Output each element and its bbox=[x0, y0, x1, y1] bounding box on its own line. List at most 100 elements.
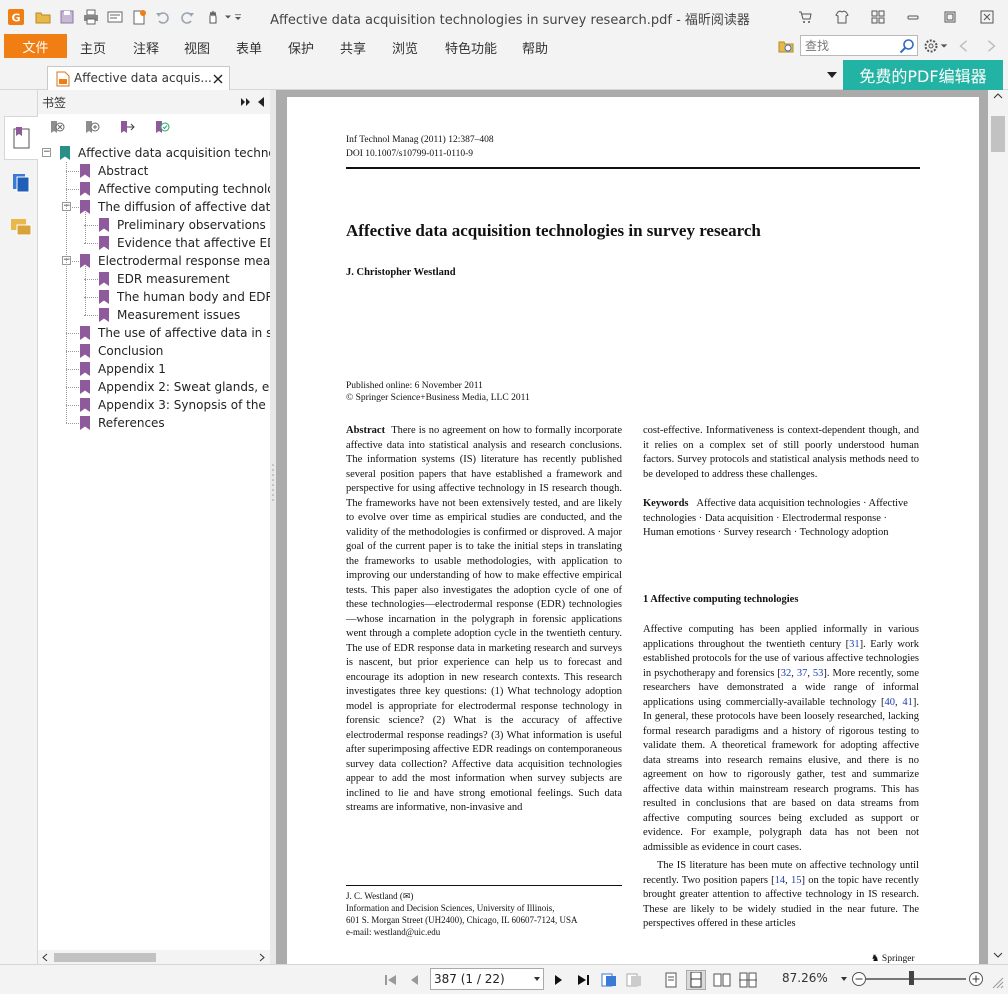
citation-link[interactable]: 41 bbox=[902, 697, 913, 708]
menu-browse[interactable]: 浏览 bbox=[392, 38, 418, 57]
current-bookmark-icon bbox=[156, 121, 170, 133]
zoom-dropdown-icon[interactable] bbox=[840, 976, 848, 982]
layout-grid-icon[interactable] bbox=[868, 7, 888, 27]
go-to-bookmark-button[interactable] bbox=[116, 118, 138, 140]
expand-current-bookmark-button[interactable] bbox=[151, 118, 173, 140]
menu-form[interactable]: 表单 bbox=[236, 38, 262, 57]
bookmark-item[interactable]: Conclusion bbox=[80, 342, 163, 360]
citation-link[interactable]: 15 bbox=[791, 875, 802, 886]
bookmark-item[interactable]: Evidence that affective EDR bbox=[99, 234, 270, 252]
file-menu-button[interactable]: 文件 bbox=[4, 34, 67, 58]
collapse-toggle-icon[interactable]: − bbox=[42, 148, 51, 157]
close-window-icon[interactable] bbox=[977, 7, 997, 27]
search-field[interactable] bbox=[800, 35, 918, 56]
cart-icon[interactable] bbox=[795, 7, 815, 27]
add-bookmark-button[interactable] bbox=[81, 118, 103, 140]
app-logo-icon[interactable]: G bbox=[6, 7, 26, 27]
page-number-field[interactable]: 387 (1 / 22) bbox=[430, 968, 544, 990]
first-page-button[interactable] bbox=[381, 970, 401, 990]
minimize-icon[interactable] bbox=[903, 7, 923, 27]
resize-grip-icon[interactable] bbox=[990, 975, 1004, 989]
undo-icon[interactable] bbox=[153, 7, 173, 27]
horizontal-scroll-thumb[interactable] bbox=[54, 953, 156, 962]
open-folder-icon[interactable] bbox=[33, 7, 53, 27]
vertical-scrollbar[interactable] bbox=[988, 90, 1008, 964]
vertical-scroll-thumb[interactable] bbox=[991, 116, 1005, 152]
horizontal-scrollbar[interactable] bbox=[38, 950, 270, 964]
zoom-slider-track[interactable] bbox=[866, 978, 966, 980]
save-icon[interactable] bbox=[57, 7, 77, 27]
document-tab[interactable]: Affective data acquis... bbox=[47, 66, 230, 90]
menu-features[interactable]: 特色功能 bbox=[445, 38, 497, 57]
page-dropdown-icon[interactable] bbox=[533, 976, 541, 982]
properties-icon[interactable] bbox=[105, 7, 125, 27]
citation-link[interactable]: 32 bbox=[781, 668, 792, 679]
scroll-down-icon[interactable] bbox=[993, 952, 1003, 958]
delete-bookmark-button[interactable] bbox=[46, 118, 68, 140]
close-tab-icon[interactable] bbox=[213, 74, 223, 84]
search-input[interactable] bbox=[801, 36, 899, 55]
comments-panel-button[interactable] bbox=[6, 212, 36, 242]
bookmark-item[interactable]: The human body and EDR r bbox=[99, 288, 270, 306]
search-icon[interactable] bbox=[899, 38, 915, 54]
promo-banner[interactable]: 免费的PDF编辑器 bbox=[843, 60, 1003, 90]
zoom-out-icon[interactable] bbox=[851, 971, 867, 987]
citation-link[interactable]: 14 bbox=[775, 875, 786, 886]
next-result-icon[interactable] bbox=[982, 37, 1000, 55]
zoom-slider-thumb[interactable] bbox=[909, 971, 914, 985]
bookmark-item[interactable]: EDR measurement bbox=[99, 270, 230, 288]
menu-view[interactable]: 视图 bbox=[184, 38, 210, 57]
redo-icon[interactable] bbox=[177, 7, 197, 27]
facing-pages-button[interactable] bbox=[712, 970, 732, 990]
document-view[interactable]: Inf Technol Manag (2011) 12:387–408 DOI … bbox=[276, 90, 988, 964]
continuous-page-button[interactable] bbox=[686, 970, 706, 990]
new-document-icon[interactable] bbox=[129, 7, 149, 27]
maximize-icon[interactable] bbox=[940, 7, 960, 27]
bookmark-item[interactable]: Measurement issues bbox=[99, 306, 240, 324]
citation-link[interactable]: 40 bbox=[885, 697, 896, 708]
previous-view-button[interactable] bbox=[599, 970, 619, 990]
settings-dropdown-icon[interactable] bbox=[938, 37, 950, 55]
scroll-left-icon[interactable] bbox=[41, 953, 49, 962]
zoom-in-icon[interactable] bbox=[968, 971, 984, 987]
bookmark-item[interactable]: Appendix 1 bbox=[80, 360, 166, 378]
citation-link[interactable]: 31 bbox=[849, 639, 860, 650]
menu-share[interactable]: 共享 bbox=[340, 38, 366, 57]
hand-tool-icon[interactable] bbox=[203, 7, 223, 27]
menu-protect[interactable]: 保护 bbox=[288, 38, 314, 57]
next-view-button[interactable] bbox=[624, 970, 644, 990]
menu-help[interactable]: 帮助 bbox=[522, 38, 548, 57]
print-icon[interactable] bbox=[81, 7, 101, 27]
bookmark-item[interactable]: Electrodermal response measu bbox=[80, 252, 270, 270]
last-page-button[interactable] bbox=[573, 970, 593, 990]
bookmark-item[interactable]: References bbox=[80, 414, 165, 432]
tab-list-dropdown-icon[interactable] bbox=[826, 71, 838, 79]
previous-page-button[interactable] bbox=[405, 970, 425, 990]
shirt-skin-icon[interactable] bbox=[832, 7, 852, 27]
bookmark-item[interactable]: The diffusion of affective data bbox=[80, 198, 270, 216]
expand-panel-icon[interactable] bbox=[240, 97, 252, 107]
customize-toolbar-icon[interactable] bbox=[232, 7, 244, 27]
pages-panel-button[interactable] bbox=[6, 168, 36, 198]
collapse-panel-icon[interactable] bbox=[257, 96, 265, 108]
bookmark-item[interactable]: Preliminary observations or bbox=[99, 216, 270, 234]
bookmark-item[interactable]: Affective data acquisition technolo bbox=[60, 144, 270, 162]
bookmark-item[interactable]: Affective computing technolog bbox=[80, 180, 270, 198]
scroll-up-icon[interactable] bbox=[993, 93, 1003, 99]
menu-home[interactable]: 主页 bbox=[80, 38, 106, 57]
continuous-facing-button[interactable] bbox=[738, 970, 758, 990]
search-folder-icon[interactable] bbox=[777, 37, 795, 55]
bookmark-item[interactable]: Abstract bbox=[80, 162, 148, 180]
bookmark-item[interactable]: The use of affective data in sur bbox=[80, 324, 270, 342]
citation-link[interactable]: 37 bbox=[797, 668, 808, 679]
zoom-level[interactable]: 87.26% bbox=[782, 971, 828, 985]
bookmarks-panel-button[interactable] bbox=[4, 116, 39, 160]
bookmark-item[interactable]: Appendix 3: Synopsis of the su bbox=[80, 396, 270, 414]
menu-comment[interactable]: 注释 bbox=[133, 38, 159, 57]
scroll-right-icon[interactable] bbox=[258, 953, 266, 962]
citation-link[interactable]: 53 bbox=[813, 668, 824, 679]
single-page-button[interactable] bbox=[661, 970, 681, 990]
next-page-button[interactable] bbox=[548, 970, 568, 990]
bookmark-item[interactable]: Appendix 2: Sweat glands, emc bbox=[80, 378, 270, 396]
previous-result-icon[interactable] bbox=[955, 37, 973, 55]
